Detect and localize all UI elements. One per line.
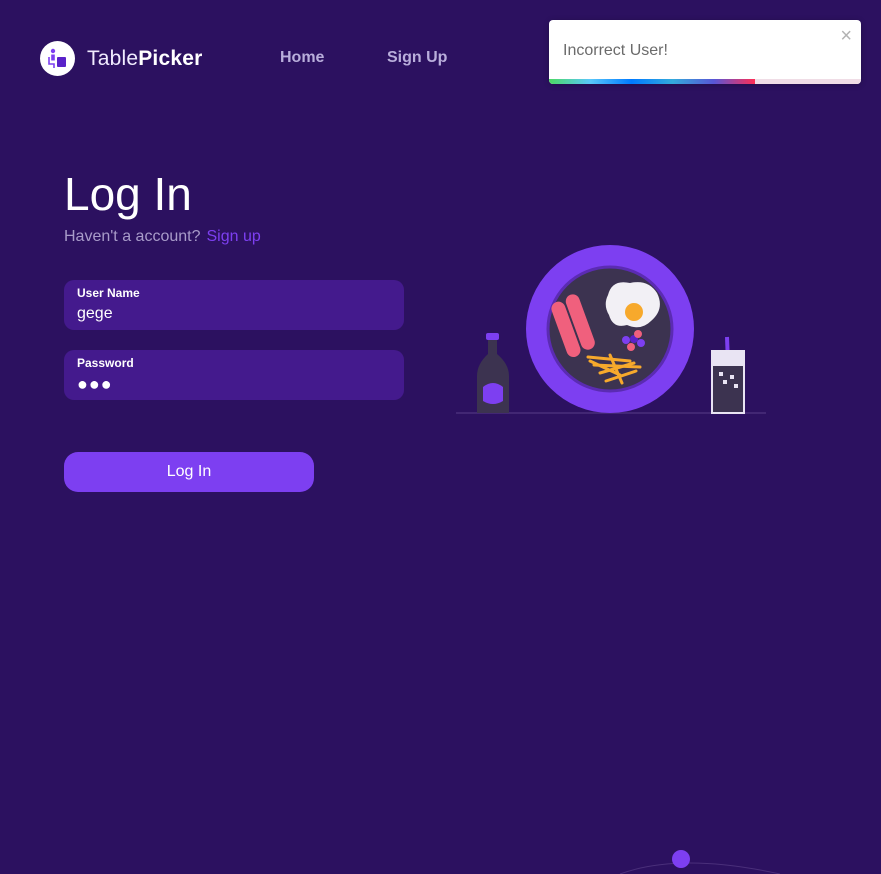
close-icon[interactable]: ×	[840, 25, 852, 47]
toast-message: Incorrect User!	[563, 42, 668, 59]
brand-logo[interactable]: TablePicker	[40, 41, 202, 76]
brand-name-bold: Picker	[138, 47, 203, 70]
password-field[interactable]: Password ●●●	[64, 350, 404, 400]
toast-progress-bar	[549, 79, 861, 84]
brand-name-light: Table	[87, 47, 139, 70]
food-plate-illustration	[450, 235, 770, 425]
page-title: Log In	[64, 168, 192, 220]
nav-signup-link[interactable]: Sign Up	[387, 48, 447, 68]
table-person-icon	[40, 41, 75, 76]
nav-home-link[interactable]: Home	[280, 48, 324, 68]
error-toast: Incorrect User! ×	[549, 20, 861, 84]
username-field[interactable]: User Name	[64, 280, 404, 330]
signup-prompt: Haven't a account? Sign up	[64, 228, 261, 246]
signup-link[interactable]: Sign up	[206, 228, 260, 245]
decorative-orbit	[600, 845, 800, 874]
password-input[interactable]: ●●●	[77, 374, 387, 394]
signup-prompt-text: Haven't a account?	[64, 228, 201, 245]
login-button[interactable]: Log In	[64, 452, 314, 492]
password-label: Password	[77, 356, 134, 370]
username-label: User Name	[77, 286, 140, 300]
username-input[interactable]	[77, 304, 387, 324]
toast-progress-fill	[549, 79, 755, 84]
